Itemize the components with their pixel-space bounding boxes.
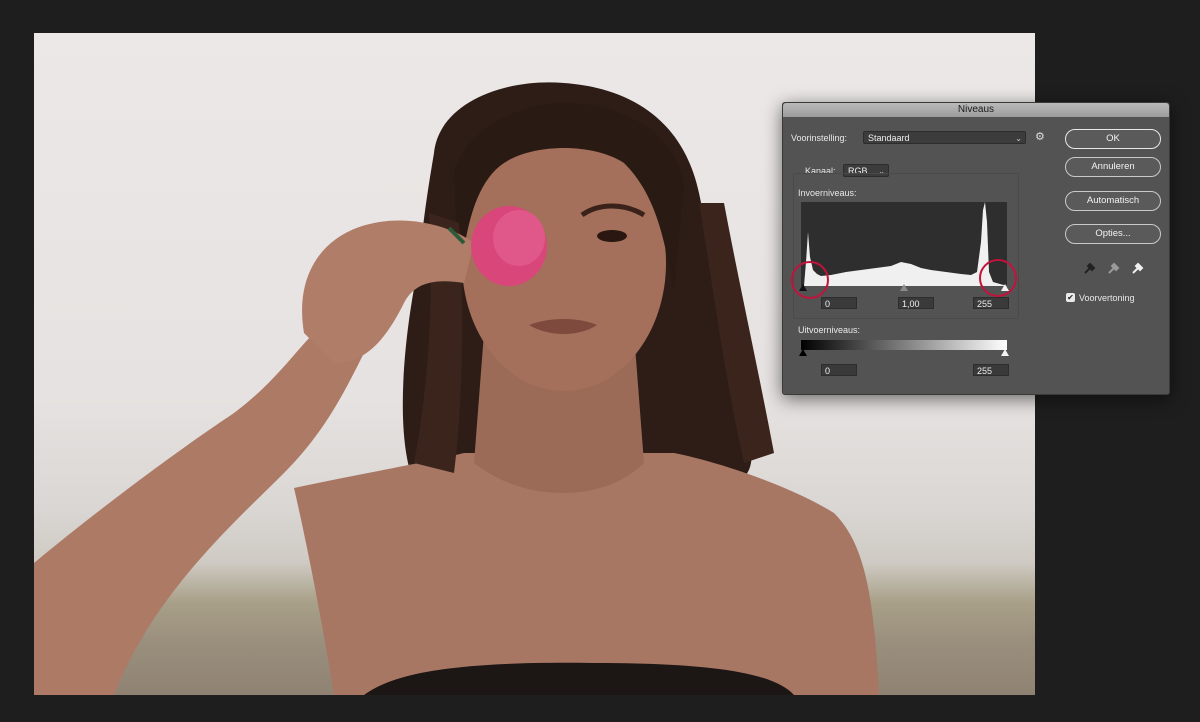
chevron-down-icon: ⌄ [1015, 134, 1022, 143]
dialog-titlebar[interactable]: Niveaus [783, 103, 1169, 117]
input-white-field[interactable]: 255 [973, 297, 1009, 309]
output-black-slider[interactable] [799, 349, 807, 356]
input-gamma-slider[interactable] [900, 284, 908, 291]
gray-eyedropper-icon[interactable] [1108, 262, 1120, 274]
preview-checkbox[interactable]: ✔ [1066, 293, 1075, 302]
ok-button[interactable]: OK [1065, 129, 1161, 149]
input-black-field[interactable]: 0 [821, 297, 857, 309]
output-black-field[interactable]: 0 [821, 364, 857, 376]
white-eyedropper-icon[interactable] [1132, 262, 1144, 274]
preview-label: Voorvertoning [1079, 293, 1135, 303]
histogram [801, 202, 1007, 286]
cancel-button[interactable]: Annuleren [1065, 157, 1161, 177]
highlight-circle-black [791, 261, 829, 299]
input-levels-label: Invoerniveaus: [798, 188, 857, 198]
eyedropper-group [1084, 262, 1144, 274]
input-gamma-field[interactable]: 1,00 [898, 297, 934, 309]
levels-dialog: Niveaus Voorinstelling: Standaard ⌄ ⚙ Ka… [782, 102, 1170, 395]
output-levels-label: Uitvoerniveaus: [798, 325, 861, 335]
preset-select[interactable]: Standaard ⌄ [863, 131, 1026, 144]
preset-label: Voorinstelling: [791, 133, 848, 143]
auto-button[interactable]: Automatisch [1065, 191, 1161, 211]
gear-icon[interactable]: ⚙ [1035, 130, 1045, 143]
output-white-field[interactable]: 255 [973, 364, 1009, 376]
black-eyedropper-icon[interactable] [1084, 262, 1096, 274]
dialog-title: Niveaus [957, 104, 995, 115]
options-button[interactable]: Opties... [1065, 224, 1161, 244]
output-white-slider[interactable] [1001, 349, 1009, 356]
output-gradient [801, 340, 1007, 350]
preset-value: Standaard [868, 133, 910, 143]
highlight-circle-white [979, 259, 1017, 297]
histogram-graph [801, 202, 1007, 286]
